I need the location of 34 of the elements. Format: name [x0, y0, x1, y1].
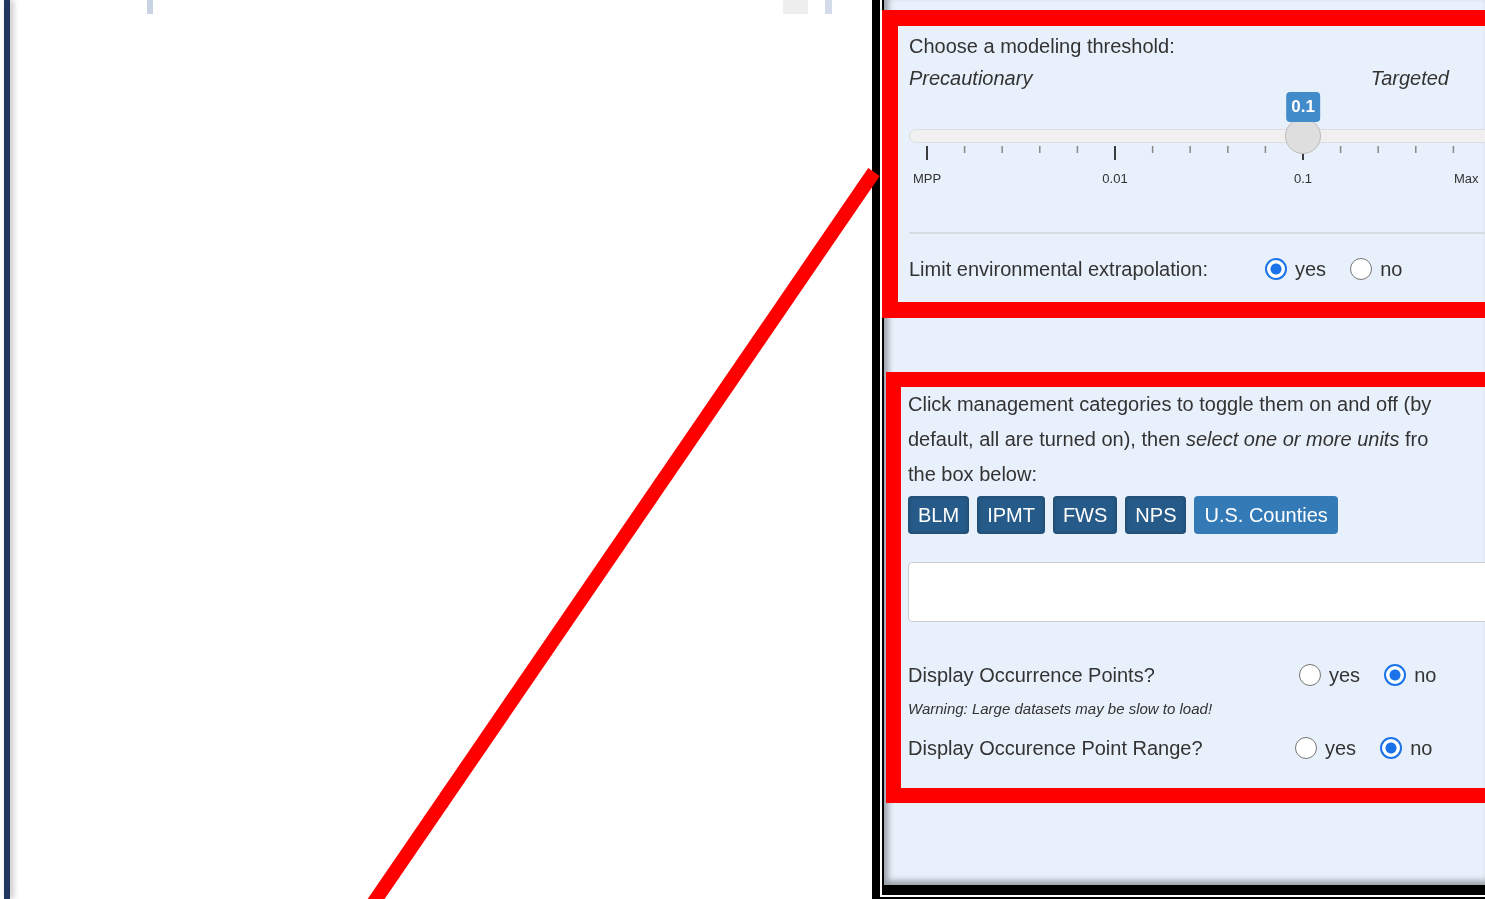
- category-button[interactable]: BLM: [908, 496, 970, 534]
- radio-button[interactable]: [1380, 736, 1403, 759]
- warning-text: Warning: Large datasets may be slow to load!: [908, 699, 1214, 719]
- scale-label: Precautionary: [909, 66, 1033, 90]
- radio-button[interactable]: [1265, 258, 1287, 280]
- scrollbar-edge: [825, 0, 832, 14]
- category-button[interactable]: NPS: [1125, 496, 1187, 534]
- option-label[interactable]: no: [1414, 660, 1437, 690]
- category-button[interactable]: FWS: [1052, 496, 1118, 534]
- tick-label: MPP: [912, 170, 942, 188]
- option-label[interactable]: yes: [1325, 732, 1357, 763]
- value-tooltip: 0.1: [1286, 92, 1320, 122]
- radio-button[interactable]: [1295, 736, 1317, 759]
- radio-button[interactable]: [1350, 258, 1373, 280]
- option-label[interactable]: no: [1380, 254, 1403, 284]
- option-label[interactable]: no: [1410, 732, 1433, 763]
- field-label: Display Occurrence Points?: [908, 663, 1156, 687]
- slider-track[interactable]: [909, 129, 1485, 143]
- field-label: Choose a modeling threshold:: [909, 34, 1176, 58]
- units-field[interactable]: [908, 562, 1485, 622]
- option-label[interactable]: yes: [1295, 254, 1327, 284]
- option-label[interactable]: yes: [1329, 660, 1361, 690]
- tick-label: 0.01: [1102, 170, 1128, 188]
- field-label: Limit environmental extrapolation:: [909, 257, 1210, 281]
- instructions-text: Click management categories to toggle them on and off (by default, all are turned on), then select one or more units fro the box below:: [908, 392, 1433, 487]
- field-label: Display Occurence Point Range?: [908, 735, 1204, 760]
- radio-button[interactable]: [1384, 664, 1407, 686]
- tick-label: Max: [1454, 170, 1479, 188]
- tick-label: 0.1: [1293, 170, 1313, 188]
- scrollbar-edge: [147, 0, 153, 14]
- radio-button[interactable]: [1299, 664, 1321, 686]
- category-button[interactable]: U.S. Counties: [1194, 496, 1338, 534]
- scale-label: Targeted: [1370, 66, 1449, 90]
- category-button[interactable]: IPMT: [977, 496, 1045, 534]
